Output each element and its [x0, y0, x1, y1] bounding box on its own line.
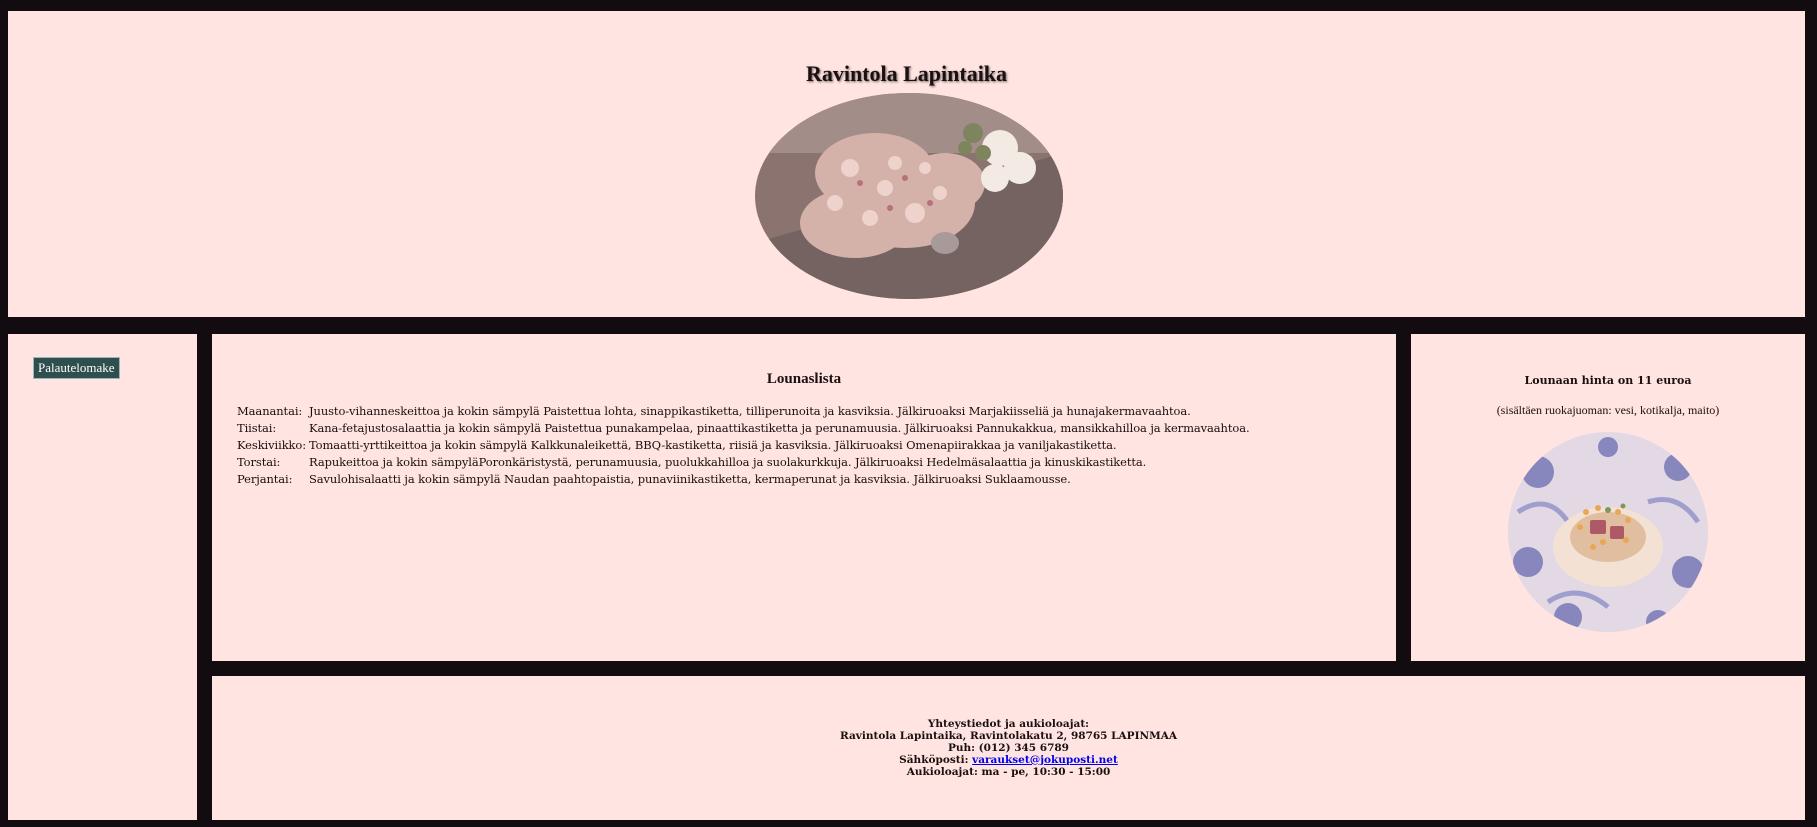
menu-row: Keskiviikko: Tomaatti-yrttikeittoa ja ko…: [237, 438, 1250, 455]
menu-row: Tiistai: Kana-fetajustosalaattia ja koki…: [237, 421, 1250, 438]
menu-row: Perjantai: Savulohisalaatti ja kokin säm…: [237, 472, 1250, 489]
sidebar: Palautelomake: [8, 334, 197, 820]
feedback-form-button[interactable]: Palautelomake: [33, 357, 120, 379]
menu-day: Torstai:: [237, 455, 281, 469]
menu-day: Perjantai:: [237, 472, 293, 486]
email-link[interactable]: varaukset@jokuposti.net: [972, 754, 1118, 766]
menu-row: Maanantai: Juusto-vihanneskeittoa ja kok…: [237, 404, 1250, 421]
contact-heading: Yhteystiedot ja aukioloajat:: [927, 718, 1090, 730]
menu-day: Tiistai:: [237, 421, 277, 435]
page-title: Ravintola Lapintaika: [805, 61, 1008, 86]
price-panel: Lounaan hinta on 11 euroa (sisältäen ruo…: [1411, 334, 1805, 661]
contact-phone: Puh: (012) 345 6789: [947, 742, 1069, 754]
contact-info: Yhteystiedot ja aukioloajat: Ravintola L…: [212, 718, 1805, 778]
menu-dishes: Savulohisalaatti ja kokin sämpylä Naudan…: [309, 472, 1071, 486]
menu-dishes: Rapukeittoa ja kokin sämpyläPoronkäristy…: [309, 455, 1147, 469]
contact-address: Ravintola Lapintaika, Ravintolakatu 2, 9…: [840, 730, 1177, 742]
menu-dishes: Kana-fetajustosalaattia ja kokin sämpylä…: [309, 421, 1250, 435]
dessert-image: [1508, 432, 1708, 632]
menu-dishes: Juusto-vihanneskeittoa ja kokin sämpylä …: [309, 404, 1191, 418]
menu-table: Maanantai: Juusto-vihanneskeittoa ja kok…: [237, 404, 1250, 489]
header: Ravintola Lapintaika: [8, 11, 1805, 317]
menu-day: Keskiviikko:: [237, 438, 307, 452]
menu-dishes: Tomaatti-yrttikeittoa ja kokin sämpylä K…: [309, 438, 1117, 452]
lunch-menu-panel: Lounaslista Maanantai: Juusto-vihanneske…: [212, 334, 1396, 661]
menu-day: Maanantai:: [237, 404, 303, 418]
price-heading: Lounaan hinta on 11 euroa: [1524, 374, 1692, 387]
opening-hours: Aukioloajat: ma - pe, 10:30 - 15:00: [906, 766, 1111, 778]
footer: Yhteystiedot ja aukioloajat: Ravintola L…: [212, 676, 1805, 820]
menu-title: Lounaslista: [766, 371, 842, 387]
contact-email-line: Sähköposti: varaukset@jokuposti.net: [212, 754, 1805, 766]
menu-row: Torstai: Rapukeittoa ja kokin sämpyläPor…: [237, 455, 1250, 472]
email-label: Sähköposti:: [899, 754, 969, 766]
price-note: (sisältäen ruokajuoman: vesi, kotikalja,…: [1496, 403, 1720, 417]
hero-food-image: [755, 93, 1063, 299]
